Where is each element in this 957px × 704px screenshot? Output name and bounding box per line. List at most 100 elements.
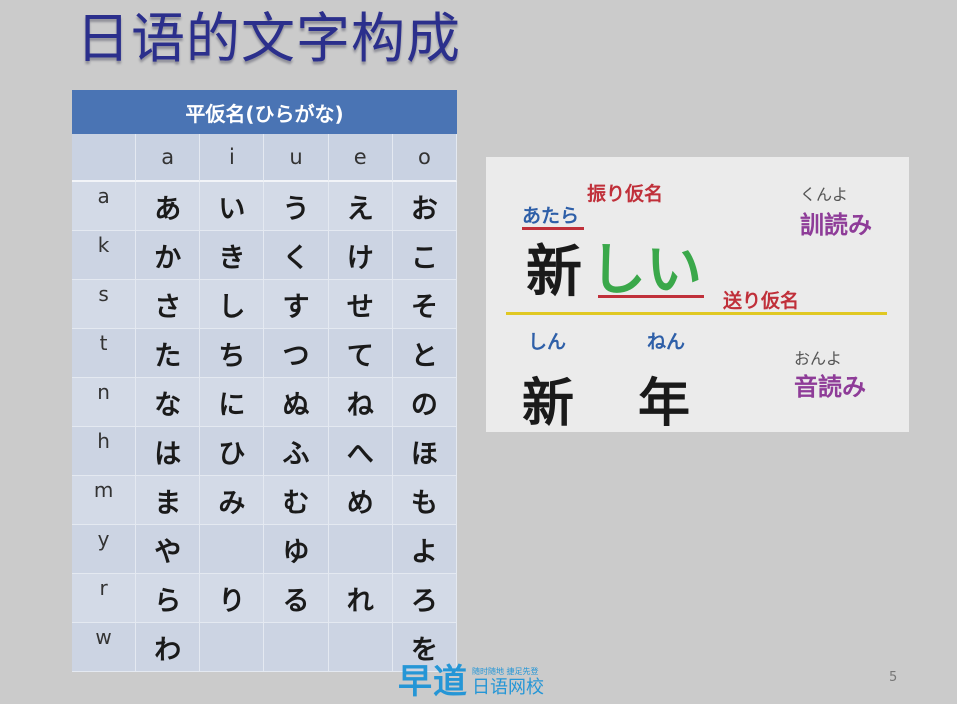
kana-cell: た <box>136 329 201 378</box>
okurigana-text: しい <box>590 238 702 303</box>
logo-subtitle: 日语网校 <box>472 676 544 698</box>
kana-cell: る <box>264 574 329 623</box>
kana-cell: ひ <box>200 427 265 476</box>
kana-cell: き <box>200 231 265 280</box>
kana-cell: か <box>136 231 201 280</box>
kana-cell: え <box>328 182 393 231</box>
kun-furigana: あたら <box>522 205 580 227</box>
consonant-cell: n <box>72 378 137 427</box>
kana-cell: ぬ <box>264 378 329 427</box>
kana-cell <box>328 525 393 574</box>
hiragana-table: 平仮名(ひらがな) aiueoaあいうえおkかきくけこsさしすせそtたちつてとn… <box>72 90 457 672</box>
onyomi-reading: おんよ <box>794 349 843 368</box>
kana-cell: の <box>392 378 457 427</box>
kana-cell: り <box>200 574 265 623</box>
table-row: yや ゆ よ <box>72 525 457 574</box>
kana-cell: く <box>264 231 329 280</box>
kana-cell: せ <box>328 280 393 329</box>
logo-main-text: 早道 <box>398 662 468 702</box>
kana-cell: こ <box>392 231 457 280</box>
kana-cell: ほ <box>392 427 457 476</box>
kana-cell <box>328 623 393 672</box>
vowel-cell: o <box>392 134 457 182</box>
kana-cell: と <box>392 329 457 378</box>
consonant-cell: r <box>72 574 137 623</box>
kana-cell: わ <box>136 623 201 672</box>
table-row: aあいうえお <box>72 182 457 231</box>
consonant-cell: m <box>72 476 137 525</box>
table-row: kかきくけこ <box>72 231 457 280</box>
consonant-cell: w <box>72 623 137 672</box>
kana-cell: や <box>136 525 201 574</box>
kana-cell: は <box>136 427 201 476</box>
table-row: mまみむめも <box>72 476 457 525</box>
logo-side: 随时随地 捷足先登 日语网校 <box>472 666 544 698</box>
table-row: nなにぬねの <box>72 378 457 427</box>
slide-title: 日语的文字构成 <box>76 7 461 70</box>
kana-cell <box>200 525 265 574</box>
kana-cell <box>264 623 329 672</box>
page-number: 5 <box>889 670 898 685</box>
vowel-cell: u <box>264 134 329 182</box>
kana-cell: み <box>200 476 265 525</box>
vowel-cell: i <box>200 134 265 182</box>
consonant-cell: a <box>72 182 137 231</box>
kana-cell: し <box>200 280 265 329</box>
kana-cell: も <box>392 476 457 525</box>
kun-kanji: 新 <box>526 240 582 305</box>
kana-cell: お <box>392 182 457 231</box>
kana-cell: つ <box>264 329 329 378</box>
furigana-label: 振り仮名 <box>587 183 664 205</box>
kana-cell: ゆ <box>264 525 329 574</box>
kana-cell: に <box>200 378 265 427</box>
table-header: 平仮名(ひらがな) <box>72 90 457 134</box>
on-kanji-shin: 新 <box>522 374 575 434</box>
kana-cell: ま <box>136 476 201 525</box>
kana-cell: て <box>328 329 393 378</box>
kana-cell: む <box>264 476 329 525</box>
kana-cell: め <box>328 476 393 525</box>
kunyomi-label: 訓読み <box>800 211 872 239</box>
kana-cell: へ <box>328 427 393 476</box>
table-row: hはひふへほ <box>72 427 457 476</box>
consonant-cell: h <box>72 427 137 476</box>
table-row: sさしすせそ <box>72 280 457 329</box>
onyomi-label: 音読み <box>794 373 866 401</box>
consonant-cell: y <box>72 525 137 574</box>
vowel-header-row: aiueo <box>72 134 457 182</box>
on-kanji-nen: 年 <box>638 374 691 434</box>
kana-cell: う <box>264 182 329 231</box>
zaodao-logo: 早道 随时随地 捷足先登 日语网校 <box>398 662 544 702</box>
logo-slogan: 随时随地 捷足先登 <box>472 666 539 676</box>
consonant-cell: s <box>72 280 137 329</box>
panel-divider <box>506 312 887 315</box>
kana-cell: な <box>136 378 201 427</box>
okurigana-label: 送り仮名 <box>723 290 800 312</box>
reading-panel: 振り仮名 あたら 新 しい 送り仮名 くんよ 訓読み しん ねん 新 年 おんよ… <box>486 157 909 434</box>
kana-cell <box>200 623 265 672</box>
kunyomi-reading: くんよ <box>800 185 849 204</box>
kana-cell: い <box>200 182 265 231</box>
vowel-cell: a <box>136 134 201 182</box>
kana-cell: け <box>328 231 393 280</box>
kana-cell: そ <box>392 280 457 329</box>
kana-cell: ち <box>200 329 265 378</box>
kana-cell: れ <box>328 574 393 623</box>
kana-cell: よ <box>392 525 457 574</box>
shin-reading: しん <box>528 331 567 353</box>
table-row: tたちつてと <box>72 329 457 378</box>
consonant-cell: k <box>72 231 137 280</box>
corner-cell <box>72 134 137 182</box>
kana-cell: あ <box>136 182 201 231</box>
table-row: rらりるれろ <box>72 574 457 623</box>
kana-cell: す <box>264 280 329 329</box>
kana-cell: ね <box>328 378 393 427</box>
kana-cell: さ <box>136 280 201 329</box>
kana-cell: ら <box>136 574 201 623</box>
hiragana-table-body: aiueoaあいうえおkかきくけこsさしすせそtたちつてとnなにぬねのhはひふへ… <box>72 134 457 672</box>
vowel-cell: e <box>328 134 393 182</box>
okurigana-underline <box>598 295 704 298</box>
consonant-cell: t <box>72 329 137 378</box>
nen-reading: ねん <box>647 331 686 353</box>
kana-cell: ろ <box>392 574 457 623</box>
